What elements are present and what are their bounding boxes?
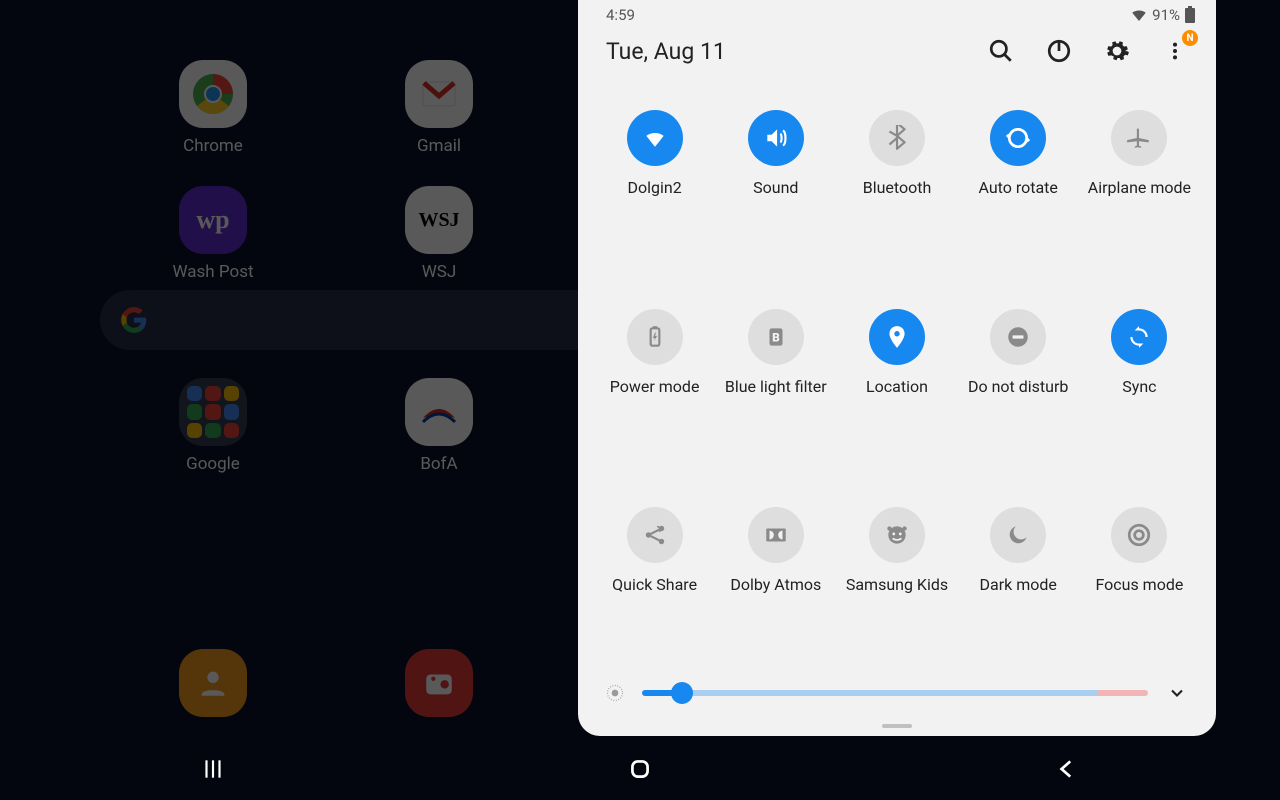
qs-tile-power[interactable]: Power mode [594, 309, 715, 462]
tile-label: Dolby Atmos [730, 575, 821, 595]
tile-label: Dark mode [980, 575, 1057, 595]
qs-header: Tue, Aug 11 N [578, 26, 1216, 70]
qs-tiles-grid: Dolgin2 Sound Bluetooth Auto rotate Airplane… [578, 70, 1216, 670]
slider-thumb[interactable] [671, 682, 693, 704]
gmail-icon [419, 74, 459, 114]
qs-tile-quickshare[interactable]: Quick Share [594, 507, 715, 660]
tile-label: Dolgin2 [627, 178, 681, 198]
bofa-icon [419, 392, 459, 432]
moon-icon [990, 507, 1046, 563]
app-wsj[interactable]: WSJ WSJ [326, 186, 552, 282]
app-label: Chrome [183, 136, 243, 156]
tile-label: Focus mode [1095, 575, 1183, 595]
gear-icon [1104, 38, 1130, 64]
qs-tile-bluetooth[interactable]: Bluetooth [836, 110, 957, 263]
battery-percentage: 91% [1152, 6, 1180, 24]
panel-drag-handle[interactable] [882, 724, 912, 728]
google-logo-icon [120, 306, 148, 334]
app-gmail[interactable]: Gmail [326, 60, 552, 156]
dock-camera[interactable] [326, 649, 552, 725]
tile-label: Auto rotate [979, 178, 1058, 198]
search-icon [988, 38, 1014, 64]
nav-recents[interactable] [199, 755, 227, 783]
brightness-slider[interactable] [642, 690, 1148, 696]
target-icon [1111, 507, 1167, 563]
folder-google[interactable]: Google [100, 378, 326, 474]
tile-label: Location [866, 377, 928, 397]
app-chrome[interactable]: Chrome [100, 60, 326, 156]
qs-tile-dolby[interactable]: Dolby Atmos [715, 507, 836, 660]
rotate-icon [990, 110, 1046, 166]
app-label: Wash Post [172, 262, 253, 282]
volume-icon [748, 110, 804, 166]
wifi-icon [627, 110, 683, 166]
tile-label: Airplane mode [1088, 178, 1191, 198]
nav-home[interactable] [626, 755, 654, 783]
tile-label: Quick Share [612, 575, 697, 595]
qs-tile-sound[interactable]: Sound [715, 110, 836, 263]
brightness-expand[interactable] [1164, 680, 1190, 706]
app-wash-post[interactable]: wp Wash Post [100, 186, 326, 282]
qs-tile-airplane[interactable]: Airplane mode [1079, 110, 1200, 263]
back-icon [1054, 756, 1080, 782]
navigation-bar [0, 738, 1280, 800]
tile-label: Do not disturb [968, 377, 1068, 397]
qs-tile-location[interactable]: Location [836, 309, 957, 462]
qs-tile-sync[interactable]: Sync [1079, 309, 1200, 462]
qs-date: Tue, Aug 11 [606, 38, 726, 65]
status-time: 4:59 [606, 6, 635, 24]
tile-label: Blue light filter [725, 377, 827, 397]
quick-settings-panel: 4:59 91% Tue, Aug 11 N Dolgin2 Sound Bluet… [578, 0, 1216, 736]
more-button[interactable]: N [1160, 36, 1190, 66]
tile-label: Sync [1122, 377, 1156, 397]
dock-contacts[interactable] [100, 649, 326, 725]
tile-label: Power mode [610, 377, 700, 397]
airplane-icon [1111, 110, 1167, 166]
sync-icon [1111, 309, 1167, 365]
recents-icon [200, 756, 226, 782]
chrome-icon [192, 73, 234, 115]
battery-icon [627, 309, 683, 365]
qs-tile-autorotate[interactable]: Auto rotate [958, 110, 1079, 263]
qs-tile-focus[interactable]: Focus mode [1079, 507, 1200, 660]
qs-tile-dnd[interactable]: Do not disturb [958, 309, 1079, 462]
folder-icon [179, 378, 247, 446]
dnd-icon [990, 309, 1046, 365]
share-icon [627, 507, 683, 563]
wifi-status-icon [1130, 6, 1148, 24]
status-bar: 4:59 91% [578, 0, 1216, 26]
contacts-icon [196, 666, 230, 700]
tile-label: Bluetooth [863, 178, 932, 198]
settings-button[interactable] [1102, 36, 1132, 66]
power-icon [1046, 38, 1072, 64]
battery-icon [1184, 6, 1196, 24]
search-button[interactable] [986, 36, 1016, 66]
camera-icon [422, 666, 456, 700]
location-icon [869, 309, 925, 365]
bluelight-icon: B [748, 309, 804, 365]
app-label: BofA [420, 454, 457, 474]
kids-icon [869, 507, 925, 563]
notification-badge: N [1182, 30, 1198, 46]
chevron-down-icon [1167, 683, 1187, 703]
home-icon [627, 756, 653, 782]
tile-label: Sound [753, 178, 798, 198]
app-label: Gmail [417, 136, 461, 156]
app-bofa[interactable]: BofA [326, 378, 552, 474]
app-label: Google [186, 454, 240, 474]
qs-tile-samsungkids[interactable]: Samsung Kids [836, 507, 957, 660]
power-button[interactable] [1044, 36, 1074, 66]
svg-text:B: B [772, 330, 780, 344]
dolby-icon [748, 507, 804, 563]
qs-tile-bluelight[interactable]: B Blue light filter [715, 309, 836, 462]
bluetooth-icon [869, 110, 925, 166]
nav-back[interactable] [1053, 755, 1081, 783]
brightness-row [578, 670, 1216, 724]
qs-tile-darkmode[interactable]: Dark mode [958, 507, 1079, 660]
tile-label: Samsung Kids [846, 575, 948, 595]
qs-tile-wifi[interactable]: Dolgin2 [594, 110, 715, 263]
app-label: WSJ [422, 262, 457, 282]
brightness-icon [604, 682, 626, 704]
